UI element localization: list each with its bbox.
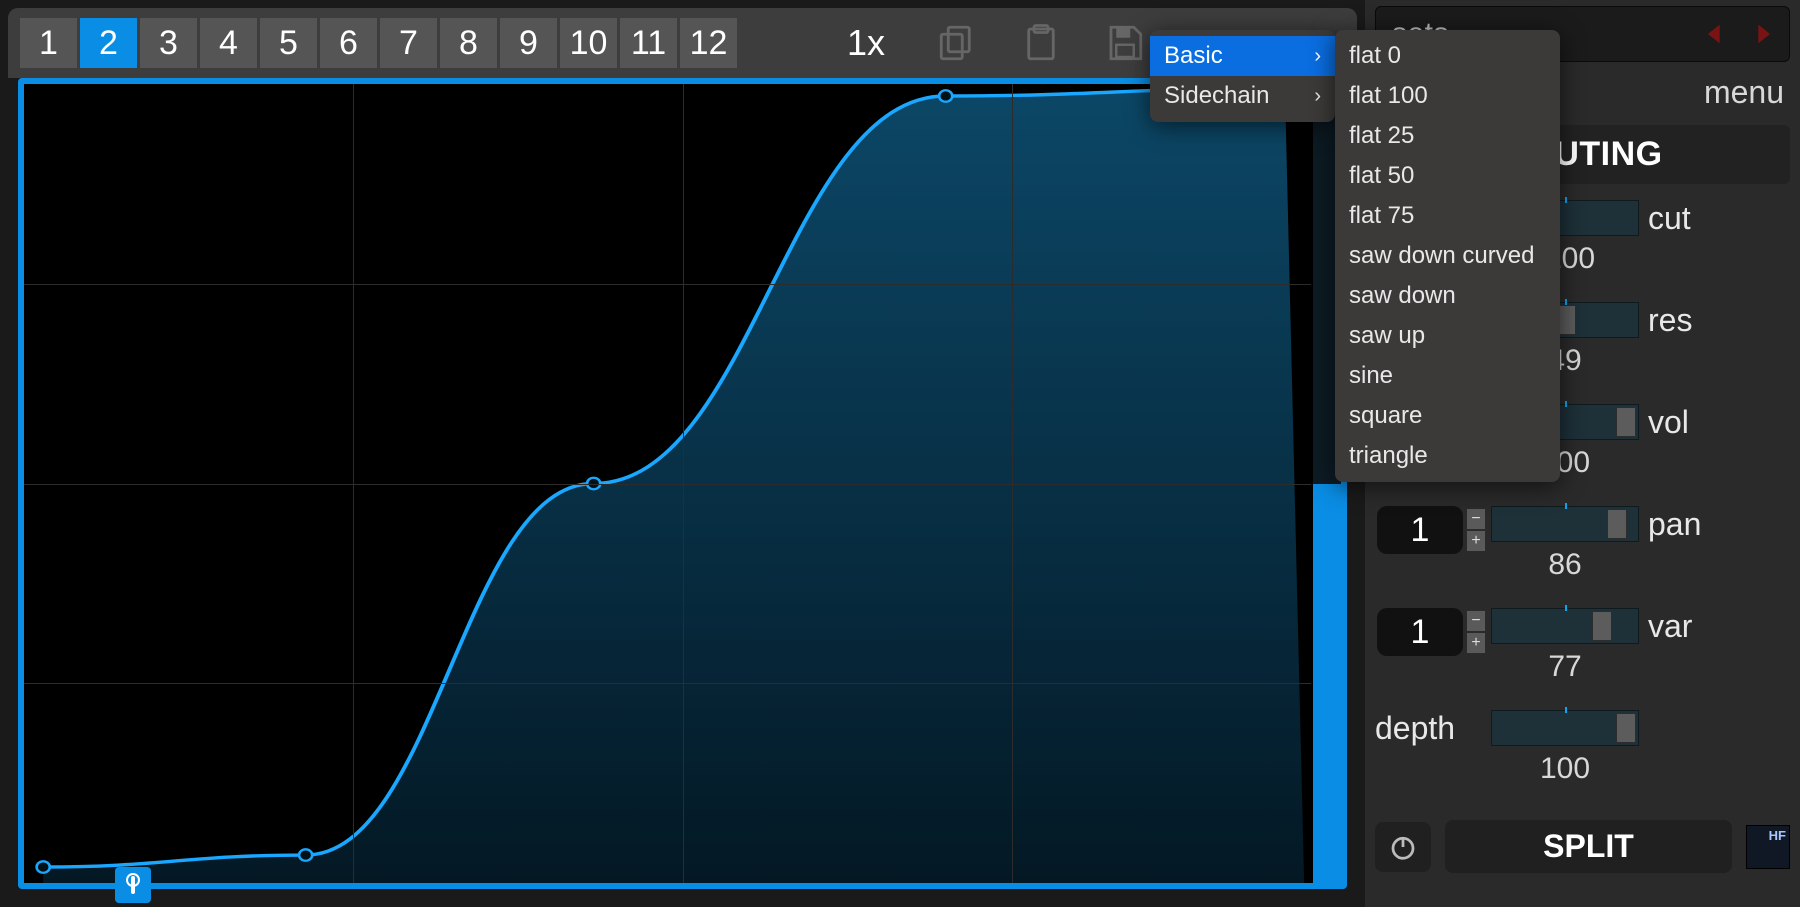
pattern-tab-9[interactable]: 9 — [500, 18, 557, 68]
pattern-tab-2[interactable]: 2 — [80, 18, 137, 68]
spinner-plus-button[interactable]: + — [1466, 632, 1486, 654]
pattern-tabs: 123456789101112 — [20, 18, 737, 68]
curve-handle[interactable] — [939, 90, 952, 101]
param-row-pan: 1 − + 86 pan — [1375, 504, 1790, 604]
submenu-item[interactable]: saw down — [1335, 276, 1560, 316]
pattern-tab-3[interactable]: 3 — [140, 18, 197, 68]
param-label: vol — [1640, 402, 1710, 441]
param-label: cut — [1640, 198, 1710, 237]
submenu-item[interactable]: saw down curved — [1335, 236, 1560, 276]
power-button[interactable] — [1375, 822, 1431, 872]
pattern-tab-12[interactable]: 12 — [680, 18, 737, 68]
hf-label: HF — [1769, 828, 1786, 843]
curve-handle[interactable] — [299, 849, 312, 860]
step-spinner[interactable]: 1 − + — [1377, 506, 1486, 554]
hf-chip[interactable]: HF — [1746, 825, 1790, 869]
slider-value: 86 — [1548, 548, 1581, 582]
slider-thumb[interactable] — [1592, 611, 1612, 641]
preset-prev-icon[interactable] — [1695, 15, 1735, 53]
zoom-indicator[interactable]: 1x — [847, 22, 885, 64]
submenu-item[interactable]: flat 75 — [1335, 196, 1560, 236]
slider-track[interactable] — [1491, 710, 1639, 746]
curve-handle[interactable] — [37, 861, 50, 872]
slider-thumb[interactable] — [1616, 713, 1636, 743]
pattern-tab-10[interactable]: 10 — [560, 18, 617, 68]
pattern-tab-6[interactable]: 6 — [320, 18, 377, 68]
param-row-var: 1 − + 77 var — [1375, 606, 1790, 706]
submenu-item[interactable]: flat 25 — [1335, 116, 1560, 156]
chevron-right-icon: › — [1314, 85, 1321, 108]
step-spinner[interactable]: 1 − + — [1377, 608, 1486, 656]
spinner-plus-button[interactable]: + — [1466, 530, 1486, 552]
submenu-item[interactable]: triangle — [1335, 436, 1560, 476]
submenu-item[interactable]: flat 100 — [1335, 76, 1560, 116]
menu-item-basic[interactable]: Basic› — [1150, 36, 1335, 76]
param-label: pan — [1640, 504, 1710, 543]
spinner-minus-button[interactable]: − — [1466, 610, 1486, 632]
slider-track[interactable] — [1491, 506, 1639, 542]
param-label: res — [1640, 300, 1710, 339]
split-button[interactable]: SPLIT — [1445, 820, 1732, 873]
copy-icon[interactable] — [933, 19, 981, 67]
slider-value: 77 — [1548, 650, 1581, 684]
slider-thumb[interactable] — [1607, 509, 1627, 539]
submenu-item[interactable]: flat 0 — [1335, 36, 1560, 76]
slider-track[interactable] — [1491, 608, 1639, 644]
pattern-tab-7[interactable]: 7 — [380, 18, 437, 68]
slider-thumb[interactable] — [1616, 407, 1636, 437]
slider-value: 100 — [1540, 752, 1590, 786]
param-label: var — [1640, 606, 1710, 645]
pattern-tab-8[interactable]: 8 — [440, 18, 497, 68]
menu-item-sidechain[interactable]: Sidechain› — [1150, 76, 1335, 116]
submenu-item[interactable]: saw up — [1335, 316, 1560, 356]
curve-editor[interactable] — [18, 78, 1347, 889]
spinner-minus-button[interactable]: − — [1466, 508, 1486, 530]
save-icon[interactable] — [1101, 19, 1149, 67]
pattern-tab-1[interactable]: 1 — [20, 18, 77, 68]
param-label: depth — [1375, 708, 1455, 747]
preset-category-menu[interactable]: Basic›Sidechain› — [1150, 30, 1335, 122]
pattern-tab-4[interactable]: 4 — [200, 18, 257, 68]
submenu-item[interactable]: square — [1335, 396, 1560, 436]
spinner-value: 1 — [1377, 608, 1463, 656]
submenu-item[interactable]: flat 50 — [1335, 156, 1560, 196]
pattern-tab-11[interactable]: 11 — [620, 18, 677, 68]
anchor-icon[interactable] — [115, 867, 151, 903]
spinner-value: 1 — [1377, 506, 1463, 554]
submenu-item[interactable]: sine — [1335, 356, 1560, 396]
preset-next-icon[interactable] — [1743, 15, 1783, 53]
pattern-tab-5[interactable]: 5 — [260, 18, 317, 68]
chevron-right-icon: › — [1314, 45, 1321, 68]
paste-icon[interactable] — [1017, 19, 1065, 67]
param-row-depth: depth 100 — [1375, 708, 1790, 808]
preset-submenu[interactable]: flat 0flat 100flat 25flat 50flat 75saw d… — [1335, 30, 1560, 482]
